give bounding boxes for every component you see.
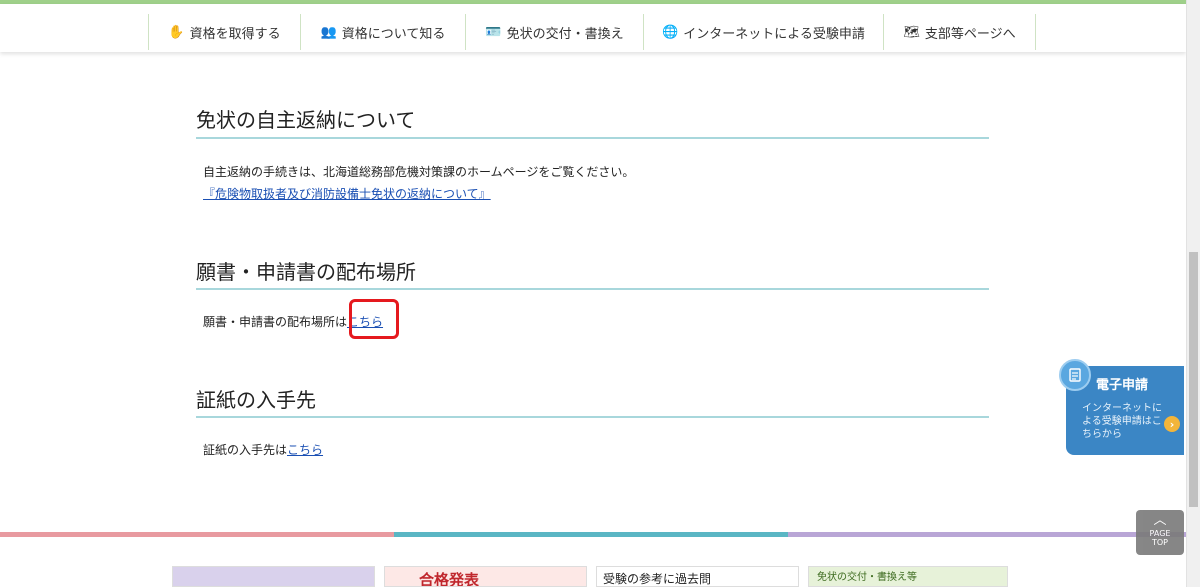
banner-license[interactable]: 免状の交付・書換え等 <box>808 566 1008 587</box>
globe-icon: 🌐 <box>662 24 679 40</box>
hand-icon: ✋ <box>168 24 185 40</box>
return-description: 自主返納の手続きは、北海道総務部危機対策課のホームページをご覧ください。 <box>203 165 635 179</box>
section-divider <box>196 288 989 290</box>
nav-item-get-qualification[interactable]: ✋ 資格を取得する <box>148 14 300 50</box>
nav-item-label: 資格を取得する <box>189 26 281 42</box>
banner-past-exams[interactable]: 受験の参考に過去問 <box>596 566 799 587</box>
section-title-return: 免状の自主返納について <box>196 108 416 132</box>
stamp-text: 証紙の入手先は <box>203 443 288 457</box>
page-top-button[interactable]: ︿ PAGE TOP <box>1136 510 1184 555</box>
footer-stripe-teal <box>394 532 788 537</box>
nav-item-branch-pages[interactable]: 🗺 支部等ページへ <box>883 14 1036 50</box>
distribution-text: 願書・申請書の配布場所は <box>203 315 348 329</box>
stamp-link[interactable]: こちら <box>287 443 323 457</box>
people-icon: 👥 <box>320 24 337 40</box>
id-card-icon: 🪪 <box>485 24 502 40</box>
nav-item-license-issue[interactable]: 🪪 免状の交付・書換え <box>465 14 643 50</box>
nav-item-label: インターネットによる受験申請 <box>683 26 865 42</box>
nav-item-label: 支部等ページへ <box>924 26 1016 42</box>
nav-item-label: 資格について知る <box>341 26 446 42</box>
section-divider <box>196 416 989 418</box>
section-divider <box>196 137 989 139</box>
vertical-scrollbar[interactable] <box>1186 0 1200 587</box>
e-application-description: インターネットによる受験申請はこちらから <box>1082 403 1162 440</box>
highlight-annotation <box>349 299 399 339</box>
global-nav-items: ✋ 資格を取得する 👥 資格について知る 🪪 免状の交付・書換え 🌐 インターネ… <box>148 14 1036 50</box>
nav-item-label: 免状の交付・書換え <box>506 26 624 42</box>
page-top-label-1: PAGE <box>1149 529 1171 538</box>
section-title-distribution: 願書・申請書の配布場所 <box>196 260 416 284</box>
global-nav: ✋ 資格を取得する 👥 資格について知る 🪪 免状の交付・書換え 🌐 インターネ… <box>0 4 1186 52</box>
chevron-right-icon: › <box>1164 416 1180 432</box>
section-title-stamp: 証紙の入手先 <box>196 388 316 412</box>
nav-item-internet-application[interactable]: 🌐 インターネットによる受験申請 <box>643 14 883 50</box>
footer-stripe-pink <box>0 532 394 537</box>
document-icon <box>1059 359 1091 391</box>
map-icon: 🗺 <box>903 24 920 40</box>
page: ✋ 資格を取得する 👥 資格について知る 🪪 免状の交付・書換え 🌐 インターネ… <box>0 0 1200 587</box>
banner-results[interactable]: 合格発表 <box>384 566 587 587</box>
chevron-up-icon: ︿ <box>1153 513 1167 528</box>
footer-stripe-purple <box>788 532 1186 537</box>
stamp-description: 証紙の入手先はこちら <box>203 441 323 458</box>
page-top-label-2: TOP <box>1151 538 1168 547</box>
e-application-title: 電子申請 <box>1096 378 1149 393</box>
banner-1[interactable] <box>172 566 375 587</box>
return-link[interactable]: 『危険物取扱者及び消防設備士免状の返納について』 <box>203 185 491 202</box>
nav-item-about-qualification[interactable]: 👥 資格について知る <box>300 14 465 50</box>
scrollbar-thumb[interactable] <box>1189 252 1198 507</box>
